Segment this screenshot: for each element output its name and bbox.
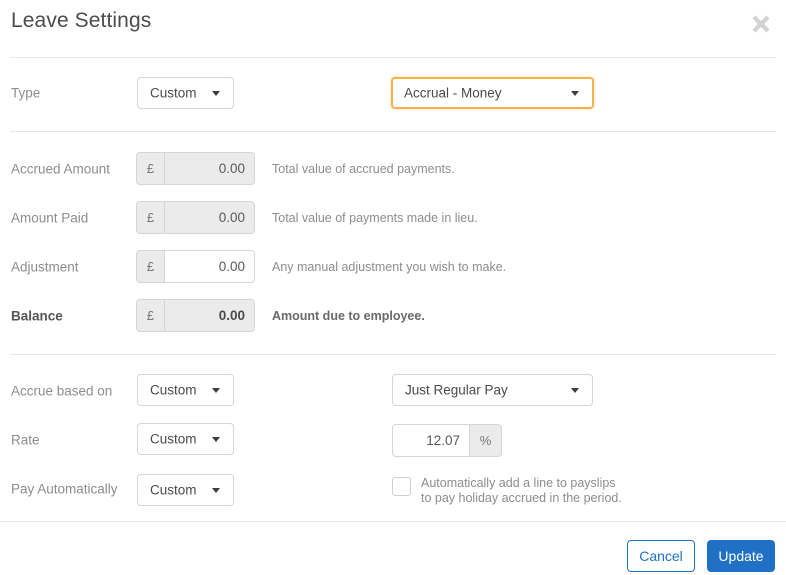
leave-type-value: Accrual - Money (404, 85, 502, 101)
currency-symbol-addon: £ (136, 152, 164, 185)
type-mode-select[interactable]: Custom (137, 77, 234, 109)
pay-automatically-mode-select[interactable]: Custom (137, 474, 234, 506)
percent-addon: % (470, 424, 502, 457)
page-title: Leave Settings (11, 9, 152, 32)
row-type: Type Custom Accrual - Money (0, 76, 786, 110)
accrue-basis-select[interactable]: Just Regular Pay (392, 374, 593, 406)
balance-input-group: £ 0.00 (136, 299, 255, 332)
amount-paid-input: 0.00 (164, 201, 255, 234)
amount-paid-input-group: £ 0.00 (136, 201, 255, 234)
row-amount-paid: Amount Paid £ 0.00 Total value of paymen… (0, 201, 786, 235)
hint-balance: Amount due to employee. (272, 309, 425, 323)
type-mode-value: Custom (150, 85, 197, 101)
currency-symbol-addon: £ (136, 250, 164, 283)
auto-payslip-checkbox-wrap[interactable]: Automatically add a line to payslips to … (392, 476, 622, 506)
close-icon (752, 15, 770, 33)
accrued-amount-input-group: £ 0.00 (136, 152, 255, 185)
chevron-down-icon (571, 91, 579, 96)
divider-footer (0, 521, 786, 522)
leave-type-select[interactable]: Accrual - Money (391, 77, 594, 109)
rate-mode-select[interactable]: Custom (137, 423, 234, 455)
balance-input: 0.00 (164, 299, 255, 332)
chevron-down-icon (212, 91, 220, 96)
row-accrued-amount: Accrued Amount £ 0.00 Total value of acc… (0, 152, 786, 186)
auto-payslip-checkbox[interactable] (392, 477, 411, 496)
chevron-down-icon (212, 437, 220, 442)
row-rate: Rate Custom 12.07 % (0, 423, 786, 457)
adjustment-input[interactable]: 0.00 (164, 250, 255, 283)
cancel-button[interactable]: Cancel (627, 540, 695, 572)
label-rate: Rate (11, 432, 40, 448)
label-balance: Balance (11, 308, 63, 324)
label-type: Type (11, 85, 41, 101)
row-balance: Balance £ 0.00 Amount due to employee. (0, 299, 786, 333)
divider-header (10, 57, 776, 58)
label-accrue-based-on: Accrue based on (11, 383, 113, 399)
chevron-down-icon (212, 488, 220, 493)
label-pay-automatically: Pay Automatically (11, 481, 118, 497)
rate-input-group: 12.07 % (392, 424, 502, 457)
label-adjustment: Adjustment (11, 259, 79, 275)
chevron-down-icon (212, 388, 220, 393)
update-button[interactable]: Update (707, 540, 775, 572)
rate-input[interactable]: 12.07 (392, 424, 470, 457)
hint-accrued-amount: Total value of accrued payments. (272, 162, 455, 176)
chevron-down-icon (571, 388, 579, 393)
rate-mode-value: Custom (150, 431, 197, 447)
currency-symbol-addon: £ (136, 299, 164, 332)
hint-amount-paid: Total value of payments made in lieu. (272, 211, 478, 225)
row-pay-automatically: Pay Automatically Custom Automatically a… (0, 472, 786, 506)
accrue-basis-value: Just Regular Pay (405, 382, 508, 398)
hint-adjustment: Any manual adjustment you wish to make. (272, 260, 507, 274)
divider-type (10, 131, 776, 132)
divider-amounts (10, 354, 776, 355)
label-accrued-amount: Accrued Amount (11, 161, 111, 177)
row-accrue-based-on: Accrue based on Custom Just Regular Pay (0, 374, 786, 408)
auto-payslip-checkbox-label: Automatically add a line to payslips to … (421, 476, 622, 505)
row-adjustment: Adjustment £ 0.00 Any manual adjustment … (0, 250, 786, 284)
label-amount-paid: Amount Paid (11, 210, 89, 226)
close-button[interactable] (748, 11, 774, 37)
leave-settings-dialog: Leave Settings Type Custom Accrual - Mon… (0, 0, 786, 575)
pay-automatically-mode-value: Custom (150, 482, 197, 498)
accrue-based-on-mode-value: Custom (150, 382, 197, 398)
currency-symbol-addon: £ (136, 201, 164, 234)
adjustment-input-group: £ 0.00 (136, 250, 255, 283)
accrue-based-on-mode-select[interactable]: Custom (137, 374, 234, 406)
accrued-amount-input: 0.00 (164, 152, 255, 185)
dialog-header: Leave Settings (0, 0, 786, 57)
